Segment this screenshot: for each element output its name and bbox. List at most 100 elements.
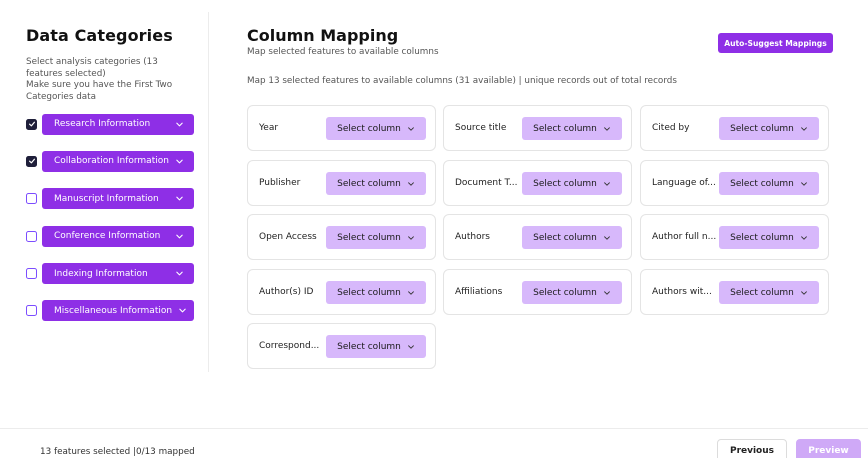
panel-divider (208, 12, 209, 372)
category-row: Research Information (26, 113, 196, 135)
categories-requirement-note: Make sure you have the First Two Categor… (26, 80, 173, 102)
chevron-down-icon (175, 120, 184, 129)
category-list: Research Information Collaboration Inform… (26, 113, 196, 322)
chevron-down-icon (603, 289, 611, 297)
chevron-down-icon (800, 289, 808, 297)
feature-label: Authors wit... (652, 287, 712, 297)
category-label: Miscellaneous Information (54, 305, 173, 316)
column-select[interactable]: Select column (326, 281, 426, 304)
footer-divider (0, 428, 868, 429)
chevron-down-icon (175, 157, 184, 166)
mapping-card: Open Access Select column (247, 214, 436, 260)
mapping-card: Authors wit... Select column (640, 269, 829, 315)
page-title: Column Mapping (247, 26, 399, 45)
category-checkbox[interactable] (26, 118, 37, 130)
mapping-card: Document T... Select column (443, 160, 632, 206)
category-label: Conference Information (54, 231, 161, 242)
chevron-down-icon (407, 343, 415, 351)
category-checkbox[interactable] (26, 230, 37, 242)
mapping-card: Author full n... Select column (640, 214, 829, 260)
column-select[interactable]: Select column (522, 117, 622, 140)
category-row: Collaboration Information (26, 150, 196, 172)
column-select-label: Select column (730, 123, 794, 134)
column-select[interactable]: Select column (522, 172, 622, 195)
categories-selection-note: Select analysis categories (13 features … (26, 57, 158, 79)
chevron-down-icon (175, 232, 184, 241)
category-dropdown[interactable]: Miscellaneous Information (42, 300, 194, 322)
feature-label: Author(s) ID (259, 287, 314, 297)
column-select-label: Select column (730, 232, 794, 243)
feature-label: Document T... (455, 178, 518, 188)
category-checkbox[interactable] (26, 268, 37, 280)
category-label: Research Information (54, 119, 151, 129)
chevron-down-icon (175, 269, 184, 278)
feature-label: Authors (455, 232, 490, 242)
mapping-info: Map 13 selected features to available co… (247, 76, 677, 86)
feature-label: Source title (455, 123, 507, 133)
category-row: Conference Information (26, 225, 196, 247)
category-row: Manuscript Information (26, 188, 196, 210)
category-checkbox[interactable] (26, 305, 37, 317)
chevron-down-icon (175, 194, 184, 203)
chevron-down-icon (407, 234, 415, 242)
column-select[interactable]: Select column (326, 172, 426, 195)
feature-label: Author full n... (652, 232, 717, 242)
chevron-down-icon (800, 125, 808, 133)
category-label: Collaboration Information (54, 156, 169, 167)
categories-title: Data Categories (26, 26, 173, 45)
category-dropdown[interactable]: Collaboration Information (42, 150, 194, 172)
column-select-label: Select column (533, 232, 597, 243)
mapping-card: Cited by Select column (640, 105, 829, 151)
feature-label: Year (259, 123, 279, 133)
column-select-label: Select column (337, 232, 401, 243)
preview-button[interactable]: Preview (796, 439, 861, 458)
chevron-down-icon (603, 125, 611, 133)
chevron-down-icon (407, 289, 415, 297)
chevron-down-icon (800, 180, 808, 188)
column-select[interactable]: Select column (719, 281, 819, 304)
previous-button[interactable]: Previous (717, 439, 787, 458)
category-row: Miscellaneous Information (26, 300, 196, 322)
column-select-label: Select column (730, 287, 794, 298)
mapping-card: Authors Select column (443, 214, 632, 260)
column-select[interactable]: Select column (326, 226, 426, 249)
category-checkbox[interactable] (26, 193, 37, 205)
chevron-down-icon (603, 234, 611, 242)
category-dropdown[interactable]: Manuscript Information (42, 188, 194, 210)
category-row: Indexing Information (26, 263, 196, 285)
categories-panel: Data Categories Select analysis categori… (26, 26, 196, 337)
feature-label: Affiliations (455, 287, 503, 297)
column-select[interactable]: Select column (326, 335, 426, 358)
category-dropdown[interactable]: Conference Information (42, 225, 194, 247)
mapping-card: Publisher Select column (247, 160, 436, 206)
column-select[interactable]: Select column (719, 172, 819, 195)
categories-description: Select analysis categories (13 features … (26, 57, 196, 103)
mapping-card: Year Select column (247, 105, 436, 151)
column-select[interactable]: Select column (522, 281, 622, 304)
chevron-down-icon (178, 306, 187, 315)
chevron-down-icon (407, 180, 415, 188)
column-select[interactable]: Select column (719, 226, 819, 249)
feature-label: Correspond... (259, 341, 320, 351)
mapping-card: Source title Select column (443, 105, 632, 151)
category-dropdown[interactable]: Indexing Information (42, 263, 194, 285)
chevron-down-icon (407, 125, 415, 133)
footer-status: 13 features selected |0/13 mapped (40, 447, 195, 457)
column-select[interactable]: Select column (522, 226, 622, 249)
category-checkbox[interactable] (26, 155, 37, 167)
category-dropdown[interactable]: Research Information (42, 113, 194, 135)
feature-label: Publisher (259, 178, 301, 188)
chevron-down-icon (603, 180, 611, 188)
feature-label: Cited by (652, 123, 690, 133)
column-select-label: Select column (337, 123, 401, 134)
auto-suggest-button[interactable]: Auto-Suggest Mappings (718, 33, 833, 53)
mapping-card: Correspond... Select column (247, 323, 436, 369)
page-subtitle: Map selected features to available colum… (247, 47, 439, 57)
mapping-card: Affiliations Select column (443, 269, 632, 315)
mapping-card: Language of... Select column (640, 160, 829, 206)
column-select-label: Select column (337, 287, 401, 298)
feature-label: Open Access (259, 232, 317, 242)
column-select[interactable]: Select column (326, 117, 426, 140)
column-select[interactable]: Select column (719, 117, 819, 140)
column-select-label: Select column (730, 178, 794, 189)
